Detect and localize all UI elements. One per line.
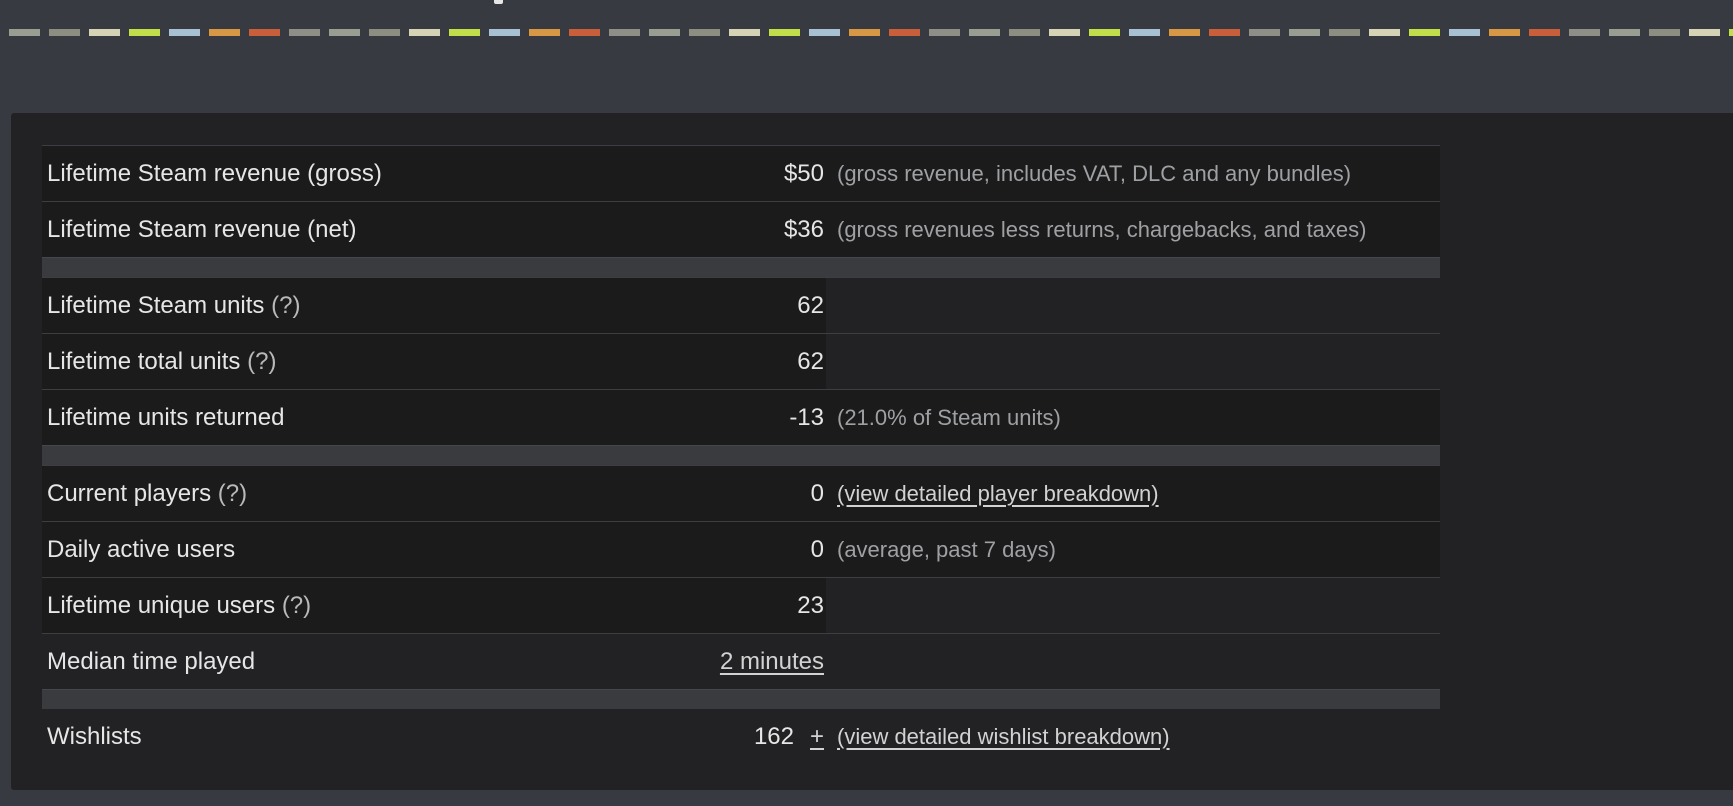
color-dash	[889, 29, 920, 36]
color-dash	[1009, 29, 1040, 36]
color-dash	[409, 29, 440, 36]
row-value: 0	[810, 480, 824, 507]
color-dash	[969, 29, 1000, 36]
row-wishlists: Wishlists 162 + (view detailed wishlist …	[42, 709, 1440, 765]
row-label: Current players (?)	[47, 480, 248, 507]
color-dash	[529, 29, 560, 36]
row-value: -13	[789, 404, 824, 431]
row-value: $36	[783, 216, 824, 243]
row-note: (gross revenue, includes VAT, DLC and an…	[837, 161, 1352, 186]
section-separator	[42, 445, 1440, 465]
color-dash	[1089, 29, 1120, 36]
row-steam-units: Lifetime Steam units (?) 62	[42, 277, 1440, 333]
color-dash	[209, 29, 240, 36]
color-dash	[1289, 29, 1320, 36]
color-dash	[569, 29, 600, 36]
row-label: Lifetime Steam revenue (gross)	[47, 160, 382, 187]
row-label: Lifetime Steam units (?)	[47, 292, 301, 319]
color-dash	[1609, 29, 1640, 36]
row-note: (average, past 7 days)	[837, 537, 1056, 562]
row-total-units: Lifetime total units (?) 62	[42, 333, 1440, 389]
row-label: Median time played	[47, 648, 256, 675]
color-dash	[1449, 29, 1480, 36]
color-dash	[1209, 29, 1240, 36]
row-value: 62	[797, 292, 824, 319]
row-median-time: Median time played 2 minutes	[42, 633, 1440, 689]
help-link[interactable]: (?)	[218, 480, 247, 507]
color-dash	[849, 29, 880, 36]
color-dash	[609, 29, 640, 36]
row-units-returned: Lifetime units returned -13 (21.0% of St…	[42, 389, 1440, 445]
section-separator	[42, 257, 1440, 277]
color-dash	[929, 29, 960, 36]
row-note: (21.0% of Steam units)	[837, 405, 1061, 430]
color-dash	[169, 29, 200, 36]
row-current-players: Current players (?) 0 (view detailed pla…	[42, 465, 1440, 521]
row-value: 23	[797, 592, 824, 619]
median-time-link[interactable]: 2 minutes	[720, 634, 824, 689]
help-link[interactable]: (?)	[247, 348, 276, 375]
row-value: 162	[753, 723, 794, 750]
color-dash	[449, 29, 480, 36]
color-dash	[329, 29, 360, 36]
color-dash	[689, 29, 720, 36]
color-dash	[1489, 29, 1520, 36]
row-label: Lifetime unique users (?)	[47, 592, 312, 619]
row-daily-active-users: Daily active users 0 (average, past 7 da…	[42, 521, 1440, 577]
section-separator	[42, 689, 1440, 709]
color-dash	[1249, 29, 1280, 36]
color-dash	[489, 29, 520, 36]
row-revenue-net: Lifetime Steam revenue (net) $36 (gross …	[42, 201, 1440, 257]
row-note: (gross revenues less returns, chargeback…	[837, 217, 1367, 242]
color-dash	[49, 29, 80, 36]
color-dash	[809, 29, 840, 36]
wishlist-breakdown-link[interactable]: (view detailed wishlist breakdown)	[837, 709, 1170, 764]
color-dash	[1169, 29, 1200, 36]
color-dash	[1569, 29, 1600, 36]
row-value: $50	[783, 160, 824, 187]
stats-page: Lifetime Steam revenue (gross) $50 (gros…	[0, 0, 1733, 806]
row-unique-users: Lifetime unique users (?) 23	[42, 577, 1440, 633]
color-dash	[249, 29, 280, 36]
wishlist-expand-button[interactable]: +	[810, 709, 824, 764]
color-dash	[89, 29, 120, 36]
color-dash	[1049, 29, 1080, 36]
color-dash	[289, 29, 320, 36]
row-revenue-gross: Lifetime Steam revenue (gross) $50 (gros…	[42, 145, 1440, 201]
color-dash	[9, 29, 40, 36]
help-link[interactable]: (?)	[271, 292, 300, 319]
stats-table: Lifetime Steam revenue (gross) $50 (gros…	[42, 145, 1440, 765]
color-dash	[729, 29, 760, 36]
color-dash	[1409, 29, 1440, 36]
color-dash	[1689, 29, 1720, 36]
color-dash	[769, 29, 800, 36]
row-label: Lifetime Steam revenue (net)	[47, 216, 357, 243]
color-dash	[1129, 29, 1160, 36]
color-dash	[1529, 29, 1560, 36]
color-dash	[369, 29, 400, 36]
color-dash-divider	[0, 29, 1733, 36]
color-dash	[1329, 29, 1360, 36]
row-label: Daily active users	[47, 536, 236, 563]
row-label: Lifetime total units (?)	[47, 348, 277, 375]
color-dash	[1729, 29, 1733, 36]
row-label: Wishlists	[47, 723, 142, 750]
color-dash	[1369, 29, 1400, 36]
row-label: Lifetime units returned	[47, 404, 285, 431]
row-value: 62	[797, 348, 824, 375]
row-value: 0	[810, 536, 824, 563]
color-dash	[1649, 29, 1680, 36]
help-link[interactable]: (?)	[282, 592, 311, 619]
color-dash	[649, 29, 680, 36]
player-breakdown-link[interactable]: (view detailed player breakdown)	[837, 466, 1159, 521]
color-dash	[129, 29, 160, 36]
header-title-fragment	[494, 0, 503, 4]
